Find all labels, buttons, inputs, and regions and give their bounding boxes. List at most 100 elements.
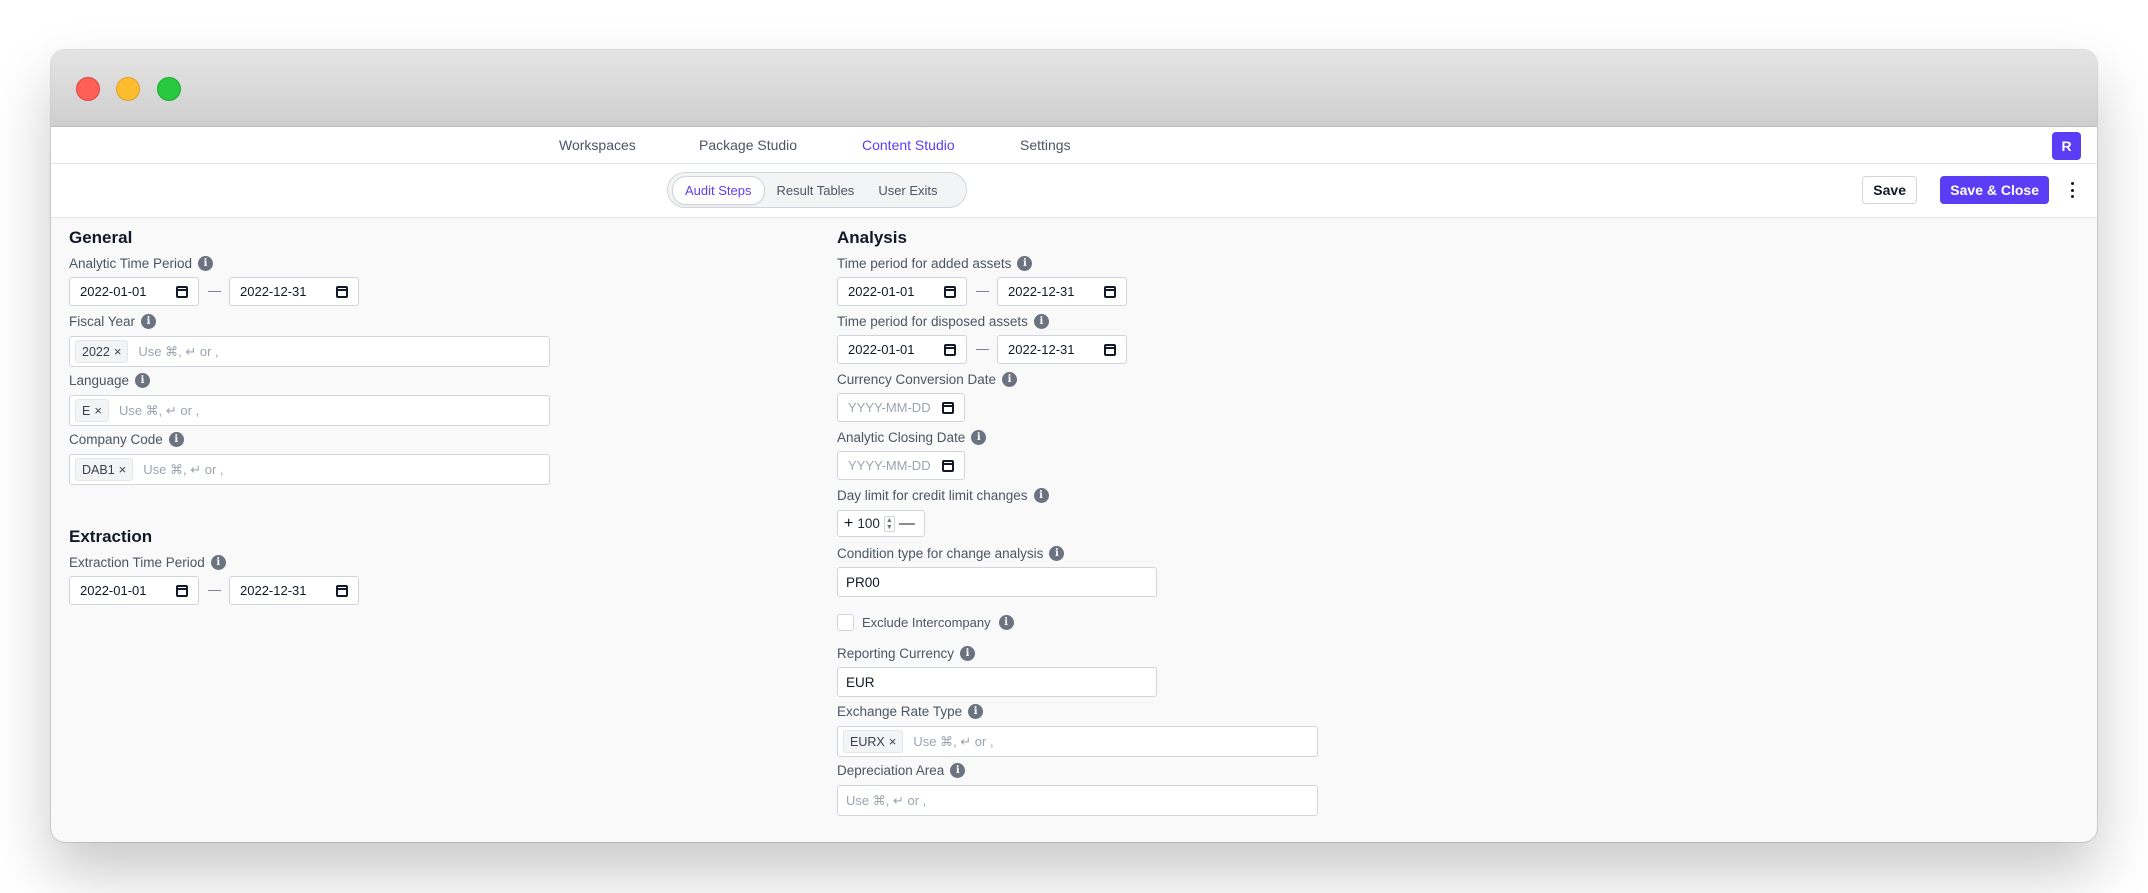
- extraction-period-from-input[interactable]: 2022-01-01: [69, 576, 199, 605]
- day-limit-value[interactable]: 100: [857, 516, 880, 531]
- remove-chip-icon[interactable]: ×: [119, 462, 127, 477]
- language-placeholder: Use ⌘, ↵ or ,: [118, 402, 200, 418]
- nav-settings[interactable]: Settings: [1020, 137, 1071, 153]
- info-icon[interactable]: i: [950, 763, 966, 778]
- tab-audit-steps[interactable]: Audit Steps: [672, 175, 765, 205]
- company-code-label: Company Code i: [69, 432, 184, 447]
- remove-chip-icon[interactable]: ×: [114, 344, 122, 359]
- exclude-intercompany-checkbox[interactable]: [837, 614, 854, 631]
- company-code-placeholder: Use ⌘, ↵ or ,: [143, 461, 224, 477]
- nav-content-studio[interactable]: Content Studio: [862, 137, 955, 153]
- info-icon[interactable]: i: [135, 373, 151, 388]
- editor-toolbar: Audit Steps Result Tables User Exits Sav…: [51, 164, 2097, 218]
- maximize-window-button[interactable]: [157, 77, 181, 101]
- info-icon[interactable]: i: [968, 704, 984, 719]
- info-icon[interactable]: i: [1033, 314, 1049, 329]
- fiscal-year-input[interactable]: 2022 × Use ⌘, ↵ or ,: [69, 336, 550, 367]
- analytic-time-period-label: Analytic Time Period i: [69, 256, 214, 271]
- exchange-rate-type-placeholder: Use ⌘, ↵ or ,: [913, 733, 994, 749]
- remove-chip-icon[interactable]: ×: [94, 403, 102, 418]
- calendar-icon[interactable]: [176, 285, 188, 298]
- exchange-rate-type-label: Exchange Rate Type i: [837, 704, 984, 719]
- info-icon[interactable]: i: [1017, 256, 1033, 271]
- nav-workspaces[interactable]: Workspaces: [559, 137, 636, 153]
- company-code-input[interactable]: DAB1 × Use ⌘, ↵ or ,: [69, 454, 550, 485]
- remove-chip-icon[interactable]: ×: [889, 734, 897, 749]
- analytic-closing-date-label: Analytic Closing Date i: [837, 430, 987, 445]
- language-input[interactable]: E × Use ⌘, ↵ or ,: [69, 395, 550, 426]
- info-icon[interactable]: i: [998, 615, 1014, 630]
- calendar-icon[interactable]: [944, 343, 956, 356]
- minimize-window-button[interactable]: [116, 77, 140, 101]
- day-limit-label: Day limit for credit limit changes i: [837, 488, 1049, 503]
- depreciation-area-placeholder: Use ⌘, ↵ or ,: [846, 792, 927, 808]
- language-chip: E ×: [75, 399, 109, 422]
- tab-user-exits[interactable]: User Exits: [866, 177, 949, 204]
- top-nav: Workspaces Package Studio Content Studio…: [51, 127, 2097, 164]
- day-limit-stepper[interactable]: + 100 ▲ ▼ —: [837, 510, 925, 537]
- calendar-icon[interactable]: [942, 459, 954, 472]
- currency-conversion-date-label: Currency Conversion Date i: [837, 372, 1018, 387]
- reporting-currency-label: Reporting Currency i: [837, 646, 976, 661]
- spin-arrows-icon[interactable]: ▲ ▼: [883, 515, 895, 532]
- calendar-icon[interactable]: [336, 584, 348, 597]
- increment-icon[interactable]: +: [844, 515, 853, 533]
- range-dash: —: [976, 283, 989, 298]
- info-icon[interactable]: i: [210, 555, 226, 570]
- disposed-assets-label: Time period for disposed assets i: [837, 314, 1049, 329]
- info-icon[interactable]: i: [960, 646, 976, 661]
- tab-result-tables[interactable]: Result Tables: [765, 177, 867, 204]
- analysis-section-title: Analysis: [837, 228, 907, 247]
- form-content: General Analytic Time Period i 2022-01-0…: [51, 218, 2097, 842]
- nav-package-studio[interactable]: Package Studio: [699, 137, 797, 153]
- extraction-period-to-input[interactable]: 2022-12-31: [229, 576, 359, 605]
- fiscal-year-label: Fiscal Year i: [69, 314, 157, 329]
- reporting-currency-input[interactable]: EUR: [837, 667, 1157, 697]
- info-icon[interactable]: i: [971, 430, 987, 445]
- language-label: Language i: [69, 373, 151, 388]
- added-assets-to-input[interactable]: 2022-12-31: [997, 277, 1127, 306]
- fiscal-year-chip: 2022 ×: [75, 340, 129, 363]
- depreciation-area-label: Depreciation Area i: [837, 763, 966, 778]
- range-dash: —: [976, 341, 989, 356]
- analytic-period-to-input[interactable]: 2022-12-31: [229, 277, 359, 306]
- analytic-closing-date-input[interactable]: YYYY-MM-DD: [837, 451, 965, 480]
- added-assets-from-input[interactable]: 2022-01-01: [837, 277, 967, 306]
- close-window-button[interactable]: [76, 77, 100, 101]
- save-close-button[interactable]: Save & Close: [1940, 176, 2049, 204]
- info-icon[interactable]: i: [1002, 372, 1018, 387]
- more-options-icon[interactable]: [2069, 179, 2075, 201]
- calendar-icon[interactable]: [336, 285, 348, 298]
- exchange-rate-type-chip: EURX ×: [843, 730, 904, 753]
- app-window: Workspaces Package Studio Content Studio…: [51, 50, 2097, 842]
- info-icon[interactable]: i: [141, 314, 157, 329]
- calendar-icon[interactable]: [944, 285, 956, 298]
- condition-type-input[interactable]: PR00: [837, 567, 1157, 597]
- info-icon[interactable]: i: [1033, 488, 1049, 503]
- company-code-chip: DAB1 ×: [75, 458, 134, 481]
- exclude-intercompany-row[interactable]: Exclude Intercompany i: [837, 614, 1014, 631]
- avatar[interactable]: R: [2052, 132, 2081, 160]
- fiscal-year-placeholder: Use ⌘, ↵ or ,: [138, 343, 219, 359]
- info-icon[interactable]: i: [198, 256, 214, 271]
- currency-conversion-date-input[interactable]: YYYY-MM-DD: [837, 393, 965, 422]
- condition-type-label: Condition type for change analysis i: [837, 546, 1065, 561]
- info-icon[interactable]: i: [1049, 546, 1065, 561]
- decrement-icon[interactable]: —: [899, 515, 915, 533]
- calendar-icon[interactable]: [1104, 343, 1116, 356]
- analytic-period-from-input[interactable]: 2022-01-01: [69, 277, 199, 306]
- extraction-section-title: Extraction: [69, 527, 153, 546]
- depreciation-area-input[interactable]: Use ⌘, ↵ or ,: [837, 785, 1318, 816]
- disposed-assets-from-input[interactable]: 2022-01-01: [837, 335, 967, 364]
- title-bar: [51, 50, 2097, 127]
- info-icon[interactable]: i: [168, 432, 184, 447]
- range-dash: —: [208, 582, 221, 597]
- editor-tabs: Audit Steps Result Tables User Exits: [667, 172, 967, 208]
- calendar-icon[interactable]: [176, 584, 188, 597]
- exchange-rate-type-input[interactable]: EURX × Use ⌘, ↵ or ,: [837, 726, 1318, 757]
- calendar-icon[interactable]: [1104, 285, 1116, 298]
- save-button[interactable]: Save: [1862, 176, 1917, 204]
- disposed-assets-to-input[interactable]: 2022-12-31: [997, 335, 1127, 364]
- general-section-title: General: [69, 228, 133, 247]
- calendar-icon[interactable]: [942, 401, 954, 414]
